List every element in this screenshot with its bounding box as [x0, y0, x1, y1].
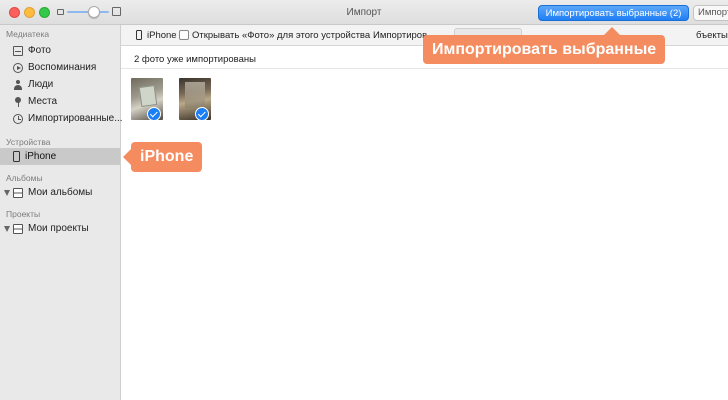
sidebar-item-iphone[interactable]: iPhone [0, 148, 120, 165]
import-to-label: Импортиров [373, 30, 428, 41]
sidebar-item-imported[interactable]: Импортированные... [0, 110, 123, 127]
sidebar-item-photos[interactable]: Фото [0, 42, 120, 59]
sidebar-item-people[interactable]: Люди [0, 76, 120, 93]
sidebar-item-my-albums[interactable]: Мои альбомы [0, 184, 120, 201]
selected-check-icon[interactable] [195, 107, 209, 121]
iphone-icon [136, 30, 142, 40]
iphone-icon [13, 151, 20, 162]
sidebar-item-label: Места [28, 96, 58, 107]
disclosure-triangle-icon[interactable] [4, 225, 10, 232]
devices-section-header: Устройства [6, 137, 51, 147]
sidebar-item-memories[interactable]: Воспоминания [0, 59, 120, 76]
imported-icon [13, 113, 23, 124]
import-selected-button[interactable]: Импортировать выбранные (2) [538, 5, 689, 21]
sidebar-item-label: Мои проекты [28, 223, 89, 234]
import-all-button[interactable]: Импортировать все [693, 5, 728, 21]
selected-check-icon[interactable] [147, 107, 161, 121]
sidebar-item-label: Фото [28, 45, 51, 56]
photos-icon [13, 45, 23, 56]
sidebar-item-label: Мои альбомы [28, 187, 93, 198]
albums-section-header: Альбомы [6, 173, 43, 183]
sidebar-item-label: Импортированные... [28, 113, 123, 124]
sidebar-item-my-projects[interactable]: Мои проекты [0, 220, 120, 237]
album-icon [13, 187, 23, 198]
sidebar-item-label: iPhone [25, 151, 57, 162]
sidebar: Медиатека Фото Воспоминания Люди Места И… [0, 25, 123, 400]
disclosure-triangle-icon[interactable] [4, 189, 10, 196]
callout-import-selected: Импортировать выбранные [423, 27, 666, 64]
sidebar-item-label: Люди [28, 79, 54, 90]
people-icon [13, 79, 23, 90]
projects-section-header: Проекты [6, 209, 41, 219]
sidebar-item-places[interactable]: Места [0, 93, 120, 110]
delete-items-label: бъекты [696, 30, 728, 41]
divider [121, 68, 728, 69]
open-photos-checkbox[interactable] [179, 30, 189, 40]
already-imported-status: 2 фото уже импортированы [134, 54, 256, 65]
device-label: iPhone [147, 30, 177, 41]
places-icon [13, 96, 23, 107]
project-icon [13, 223, 23, 234]
callout-iphone: iPhone [122, 142, 203, 172]
library-section-header: Медиатека [6, 29, 50, 39]
memories-icon [13, 62, 23, 73]
title-bar: Импорт Импортировать выбранные (2) Импор… [0, 0, 728, 25]
open-photos-label[interactable]: Открывать «Фото» для этого устройства [192, 30, 370, 41]
sidebar-item-label: Воспоминания [28, 62, 97, 73]
